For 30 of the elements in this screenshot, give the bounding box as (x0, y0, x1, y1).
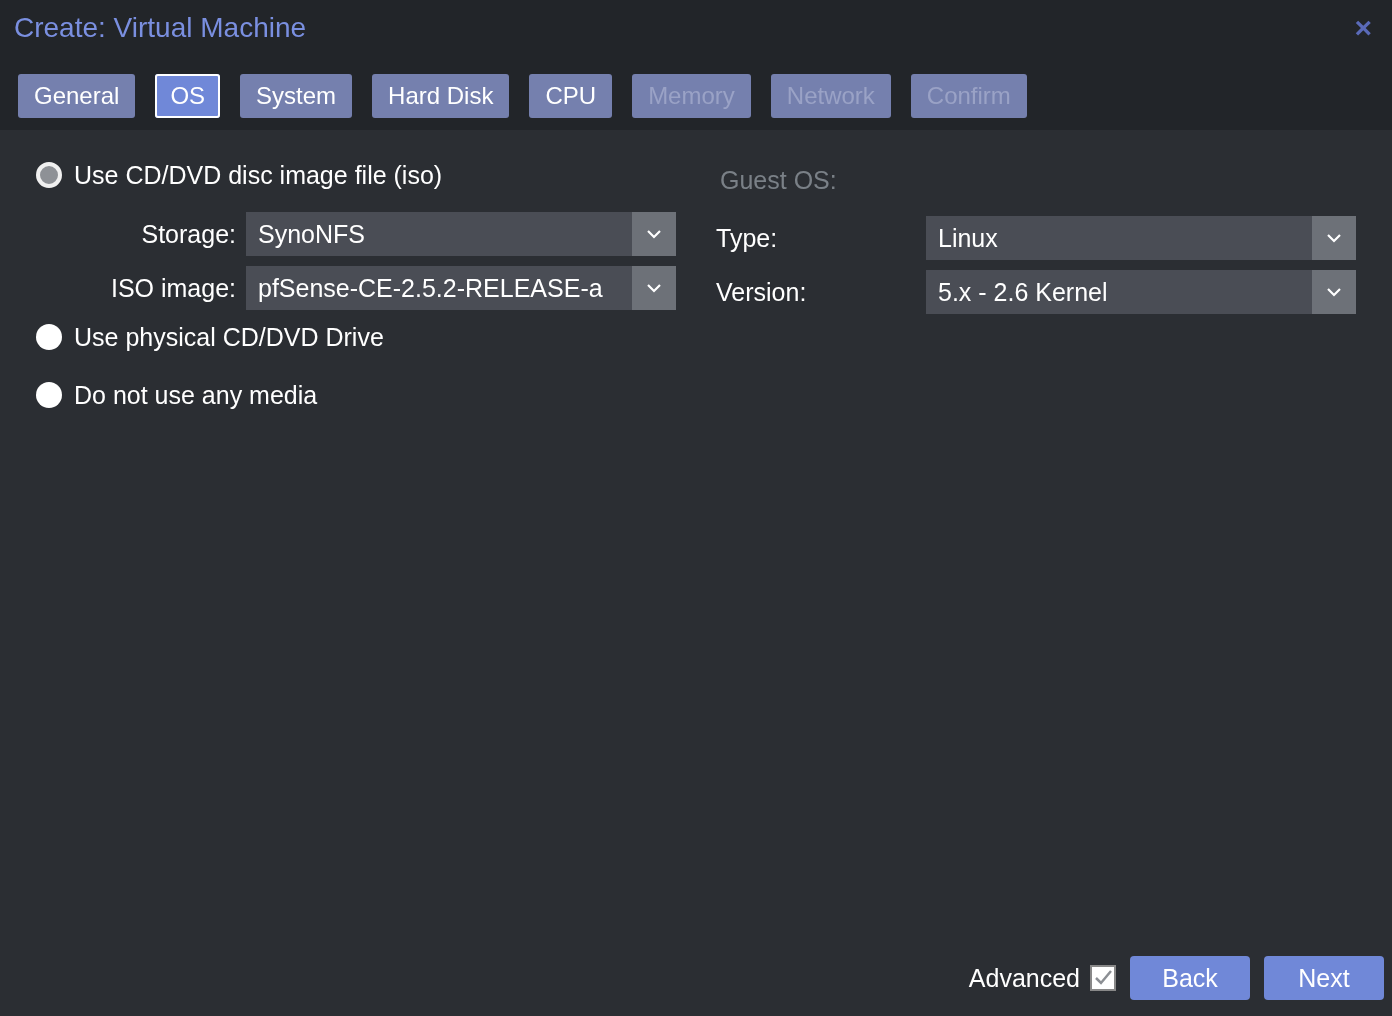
field-label: ISO image: (109, 273, 237, 303)
field-label: Storage: (140, 219, 237, 249)
section-heading: Guest OS: (720, 165, 838, 196)
back-button[interactable]: Back (1130, 956, 1250, 1000)
radio-label: Do not use any media (74, 380, 318, 410)
field-label: Type: (716, 223, 779, 253)
radio-button[interactable] (36, 382, 62, 408)
dropdown-field[interactable]: pfSense-CE-2.5.2-RELEASE-a (246, 266, 676, 310)
next-button[interactable]: Next (1264, 956, 1384, 1000)
dropdown-field[interactable]: 5.x - 2.6 Kernel (926, 270, 1356, 314)
radio-label: Use physical CD/DVD Drive (74, 322, 384, 352)
radio-button[interactable] (36, 162, 62, 188)
tab[interactable]: System (240, 74, 353, 118)
radio-button[interactable] (36, 324, 62, 350)
tab[interactable]: OS (155, 74, 221, 118)
chevron-down-icon (1326, 287, 1342, 297)
close-button[interactable]: × (1354, 11, 1392, 45)
chevron-down-icon (1326, 233, 1342, 243)
field-label: Version: (716, 277, 808, 307)
checkbox-label: Advanced (968, 963, 1080, 993)
window-title: Create: Virtual Machine (14, 12, 307, 44)
dropdown-field[interactable]: SynoNFS (246, 212, 676, 256)
radio-label: Use CD/DVD disc image file (iso) (74, 160, 443, 190)
chevron-down-icon (646, 229, 662, 239)
chevron-down-icon (646, 283, 662, 293)
checkbox[interactable] (1090, 965, 1116, 991)
tab[interactable]: Hard Disk (372, 74, 510, 118)
dropdown-field[interactable]: Linux (926, 216, 1356, 260)
tab[interactable]: General (18, 74, 136, 118)
tab[interactable]: CPU (529, 74, 613, 118)
